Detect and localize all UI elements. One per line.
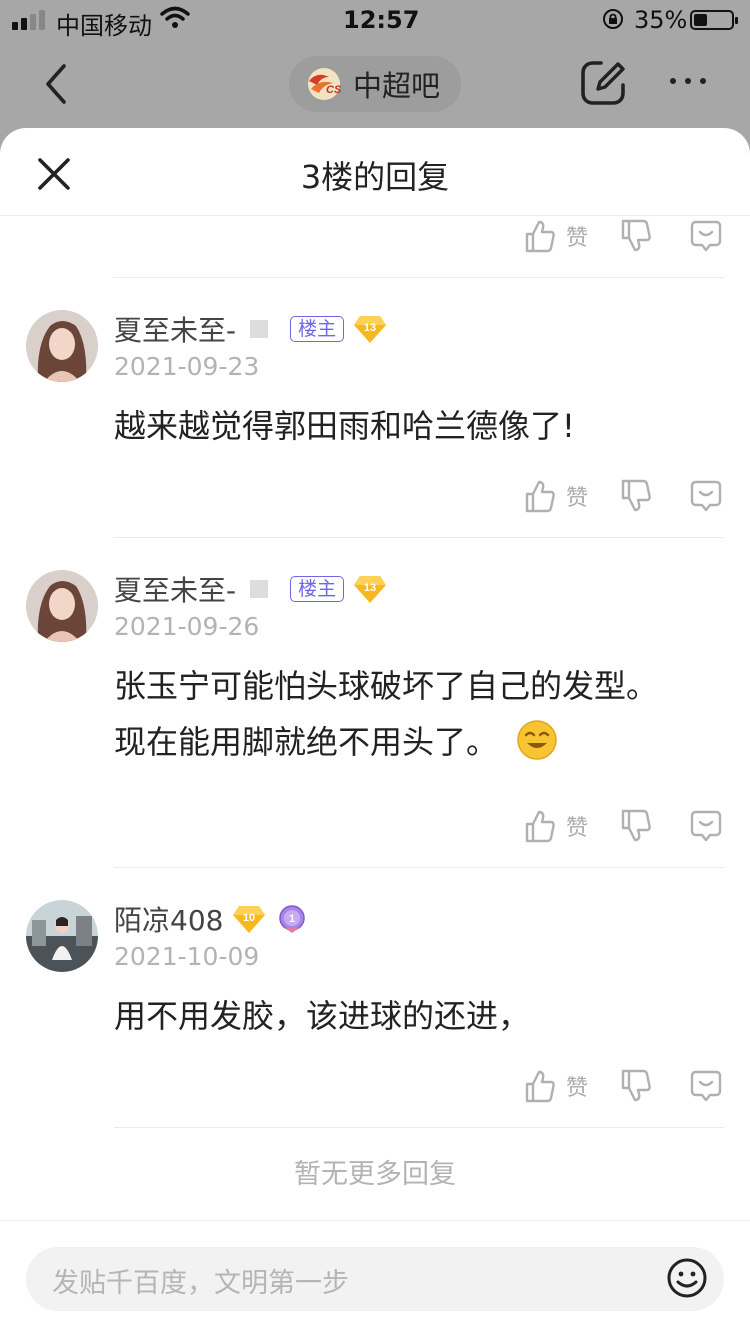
rank-number: 1 [289, 913, 295, 925]
username[interactable]: 夏至未至- [114, 309, 236, 349]
user-line: 夏至未至- 楼主 13 [114, 570, 388, 608]
clock: 12:57 [343, 6, 420, 34]
divider [114, 1127, 724, 1128]
comment-icon[interactable] [690, 480, 722, 512]
divider [114, 867, 724, 868]
thumbs-down-icon[interactable] [620, 218, 652, 254]
owner-badge: 楼主 [290, 576, 345, 602]
username[interactable]: 陌凉408 [114, 899, 223, 939]
like-button[interactable]: 赞 [524, 1068, 588, 1104]
reply-sheet: 3楼的回复 赞 夏至未至- 楼主 13 2021-09-23 越来越觉得郭田雨和… [0, 128, 750, 1334]
divider [114, 537, 724, 538]
user-line: 陌凉408 10 1 [114, 900, 307, 938]
comment-icon[interactable] [690, 1070, 722, 1102]
action-row: 赞 [524, 1068, 734, 1104]
reply-input-bar: 发贴千百度，文明第一步 [0, 1220, 750, 1334]
forum-name: 中超吧 [353, 69, 441, 103]
owner-badge: 楼主 [290, 316, 345, 342]
sheet-title: 3楼的回复 [300, 158, 450, 196]
thumbs-up-icon [524, 478, 556, 514]
comment-icon[interactable] [690, 220, 722, 252]
like-label: 赞 [566, 816, 589, 841]
rotation-lock-icon [603, 9, 623, 29]
comment-icon[interactable] [690, 810, 722, 842]
like-button[interactable]: 赞 [524, 808, 588, 844]
thumbs-up-icon [524, 1068, 556, 1104]
level-number: 13 [364, 322, 376, 334]
csl-logo-icon: CS [308, 68, 342, 100]
reply-date: 2021-09-23 [114, 352, 260, 381]
thumbs-down-icon[interactable] [620, 478, 652, 514]
no-more-replies: 暂无更多回复 [294, 1159, 456, 1190]
divider [114, 277, 724, 278]
action-row: 赞 [524, 478, 734, 514]
level-gem-icon: 13 [352, 573, 388, 605]
avatar[interactable] [26, 570, 98, 642]
level-number: 13 [364, 582, 376, 594]
user-tag [250, 580, 269, 598]
like-label: 赞 [566, 486, 589, 511]
thumbs-down-icon[interactable] [620, 808, 652, 844]
avatar[interactable] [26, 900, 98, 972]
forum-title-pill[interactable]: CS 中超吧 [289, 56, 461, 112]
rank-medal-icon: 1 [279, 905, 306, 933]
like-label: 赞 [566, 1076, 589, 1101]
action-row: 赞 [524, 808, 734, 844]
reply-text: 张玉宁可能怕头球破坏了自己的发型。现在能用脚就绝不用头了。 [114, 658, 674, 770]
reply-text: 越来越觉得郭田雨和哈兰德像了! [114, 407, 575, 445]
reply-text-content: 张玉宁可能怕头球破坏了自己的发型。现在能用脚就绝不用头了。 [114, 667, 659, 761]
username[interactable]: 夏至未至- [114, 569, 236, 609]
laughing-emoji-icon [517, 720, 557, 760]
thumbs-down-icon[interactable] [620, 1068, 652, 1104]
reply-date: 2021-10-09 [114, 942, 260, 971]
reply-text: 用不用发胶，该进球的还进， [114, 997, 531, 1035]
wifi-icon [160, 6, 190, 28]
input-placeholder: 发贴千百度，文明第一步 [52, 1268, 349, 1299]
battery-percent: 35% [634, 6, 688, 34]
level-number: 10 [243, 912, 255, 924]
battery-icon [690, 10, 738, 30]
like-button[interactable]: 赞 [524, 218, 588, 254]
like-label: 赞 [566, 226, 589, 251]
action-row: 赞 [524, 218, 734, 254]
reply-date: 2021-09-26 [114, 612, 260, 641]
more-options-icon[interactable] [670, 78, 706, 84]
avatar[interactable] [26, 310, 98, 382]
compose-icon[interactable] [578, 58, 628, 108]
user-tag [250, 320, 269, 338]
thumbs-up-icon [524, 808, 556, 844]
sheet-header: 3楼的回复 [0, 128, 750, 216]
emoji-icon[interactable] [666, 1257, 708, 1299]
carrier-name: 中国移动 [56, 12, 152, 40]
user-line: 夏至未至- 楼主 13 [114, 310, 388, 348]
level-gem-icon: 10 [231, 903, 267, 935]
like-button[interactable]: 赞 [524, 478, 588, 514]
svg-text:CS: CS [326, 84, 342, 96]
back-arrow-icon[interactable] [38, 62, 78, 106]
status-bar: 中国移动 12:57 35% [0, 0, 750, 40]
thumbs-up-icon [524, 218, 556, 254]
cellular-signal-icon [12, 10, 45, 30]
level-gem-icon: 13 [352, 313, 388, 345]
reply-input[interactable]: 发贴千百度，文明第一步 [26, 1247, 724, 1311]
